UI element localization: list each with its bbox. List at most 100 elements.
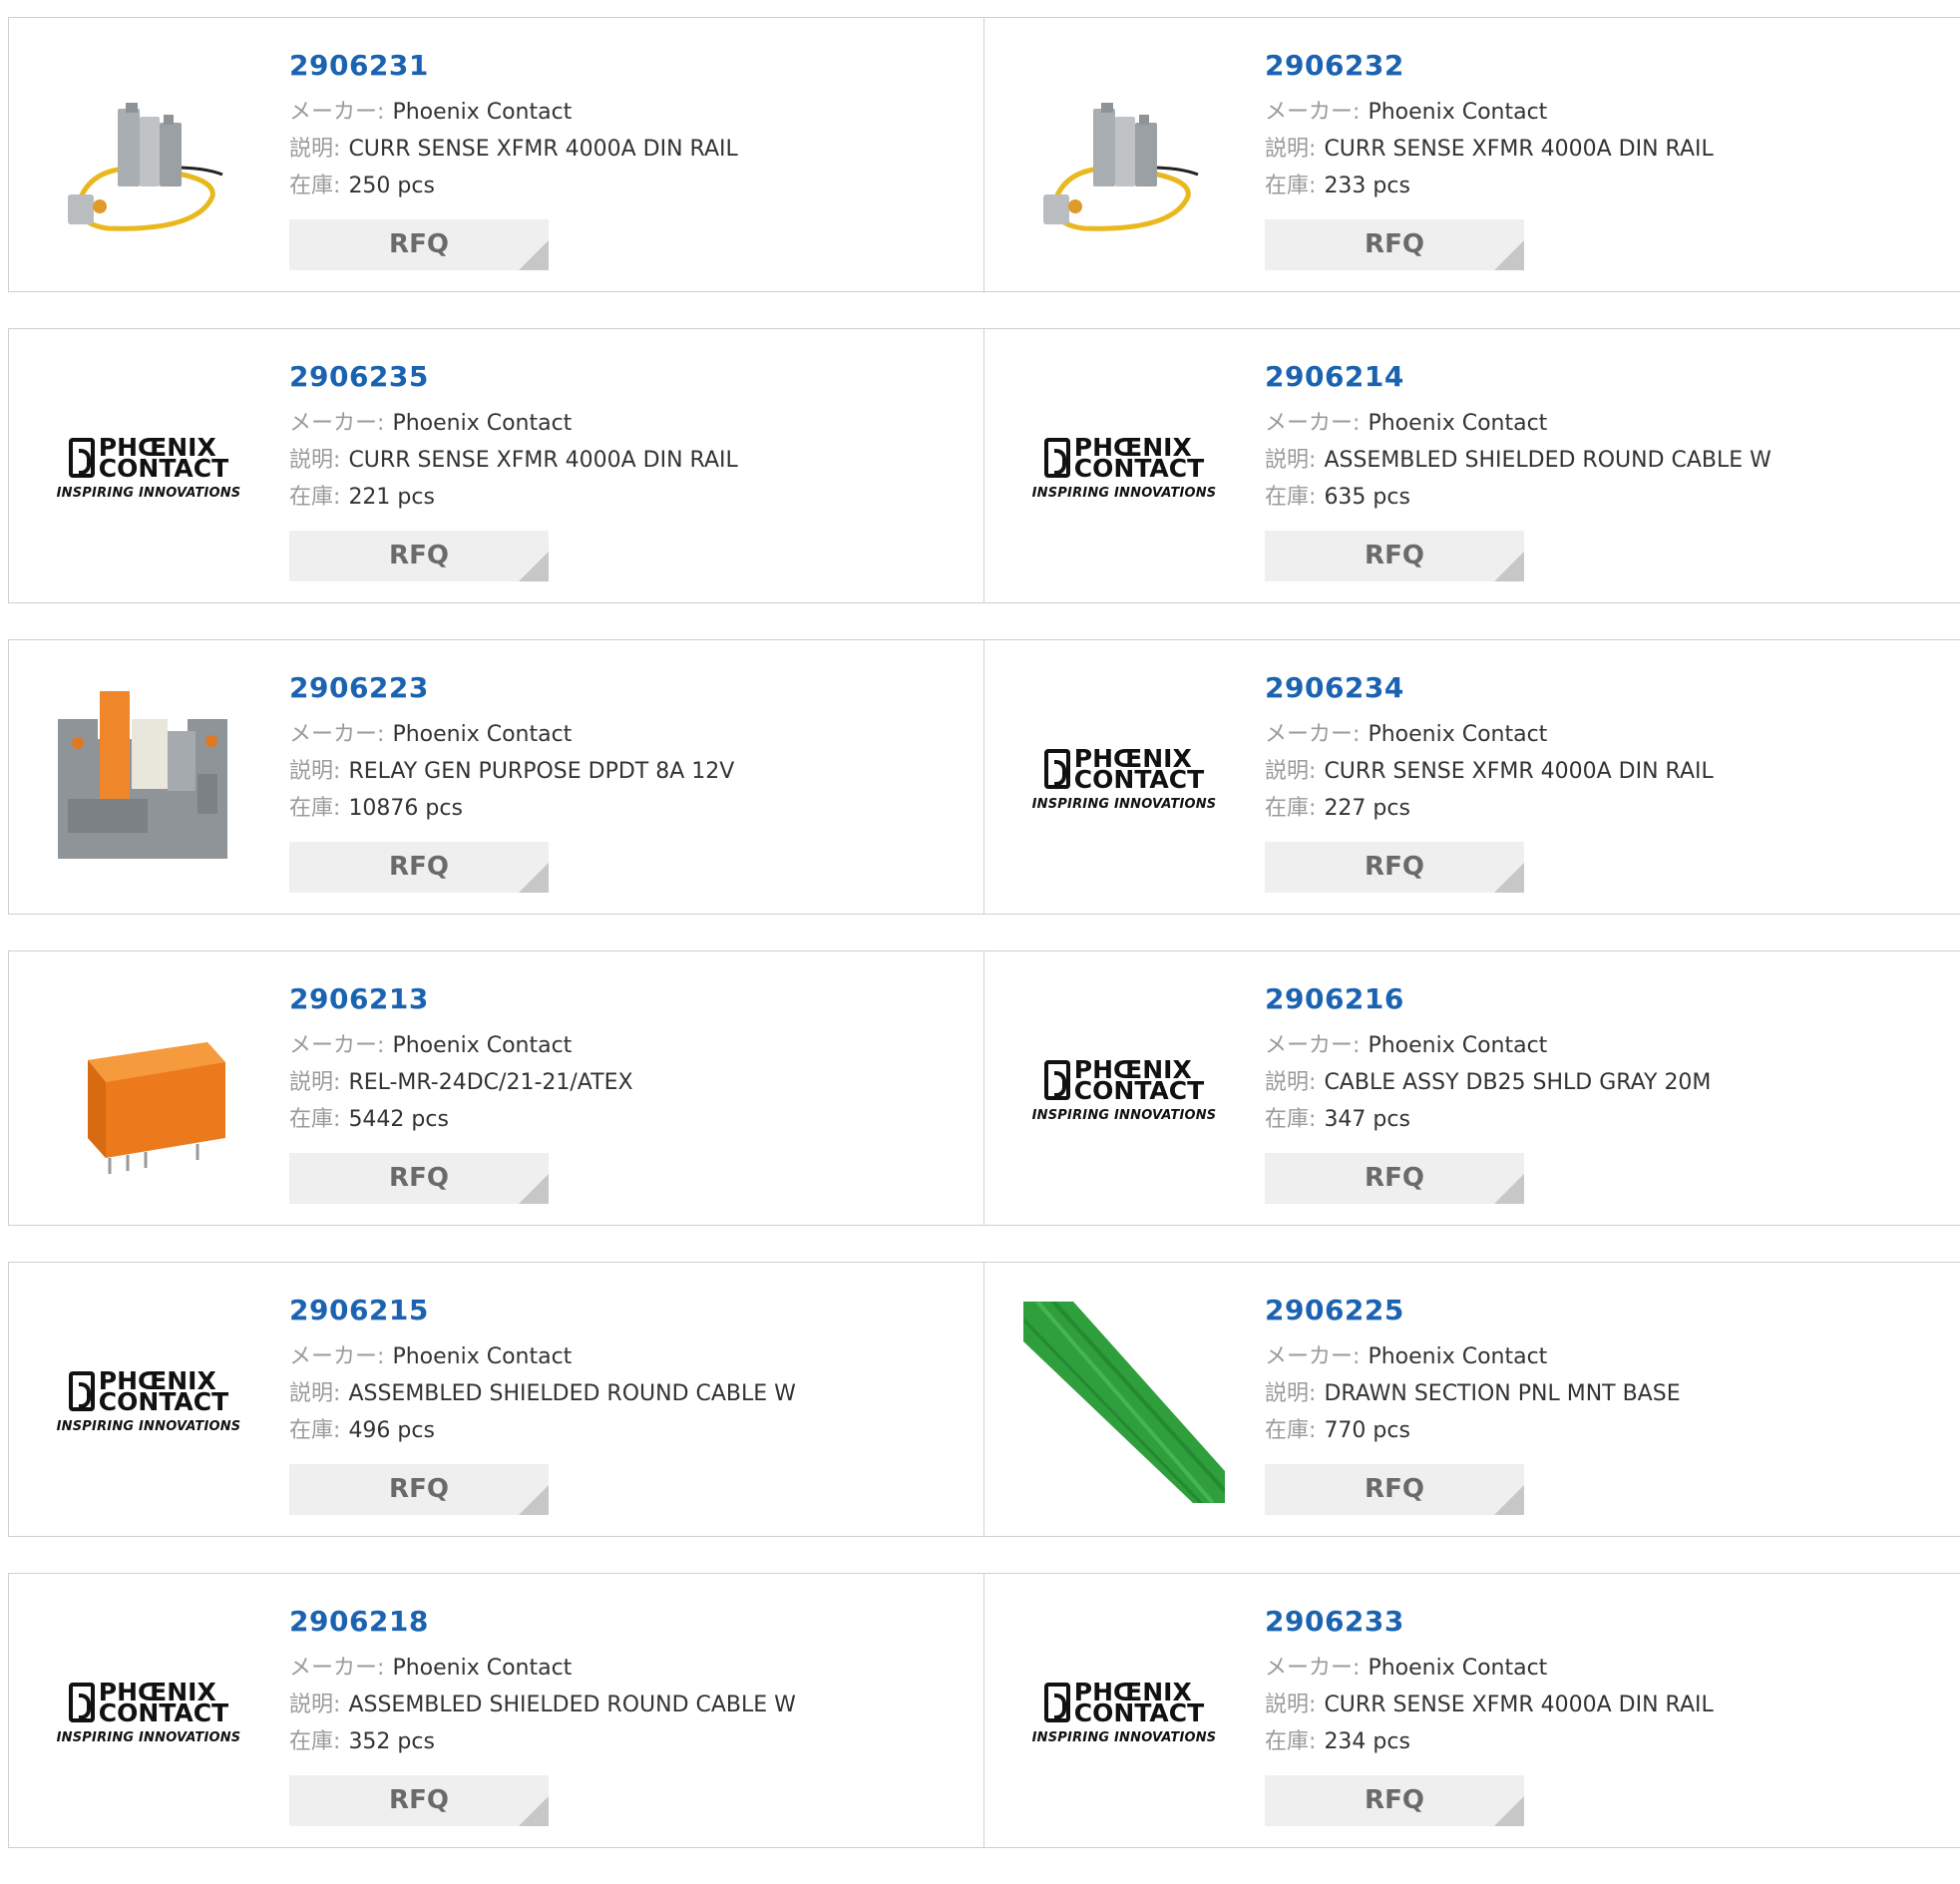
manufacturer-label: メーカー [289,1656,378,1681]
product-info: 2906214 メーカー: Phoenix Contact 説明: ASSEMBLE… [1265,357,1940,581]
description-label: 説明 [1265,1381,1310,1406]
product-image[interactable]: PHŒNIX CONTACT INSPIRING INNOVATIONS [1023,679,1225,881]
stock-value: 221 pcs [348,485,435,510]
description-row: 説明: CABLE ASSY DB25 SHLD GRAY 20M [1265,1064,1940,1101]
separator: : [333,759,341,784]
button-corner-decoration [1494,240,1524,270]
separator: : [1309,759,1317,784]
logo-line2: CONTACT [1073,1076,1205,1105]
product-image[interactable] [48,679,249,881]
phoenix-contact-logo: PHŒNIX CONTACT INSPIRING INNOVATIONS [1023,1057,1225,1123]
product-image[interactable] [1023,57,1225,258]
part-number-link[interactable]: 2906216 [1265,979,1940,1019]
manufacturer-value: Phoenix Contact [1368,411,1548,436]
separator: : [377,411,385,436]
part-number-link[interactable]: 2906231 [289,46,964,86]
manufacturer-label: メーカー [289,722,378,747]
part-number-link[interactable]: 2906225 [1265,1291,1940,1330]
product-card: 2906223 メーカー: Phoenix Contact 説明: RELAY GE… [8,639,984,915]
product-image[interactable] [48,990,249,1192]
separator: : [1309,1070,1317,1095]
manufacturer-value: Phoenix Contact [1368,1656,1548,1681]
button-corner-decoration [519,1796,549,1826]
rfq-button[interactable]: RFQ [289,1464,549,1515]
logo-line2: CONTACT [1073,765,1205,794]
product-card: PHŒNIX CONTACT INSPIRING INNOVATIONS 29062… [8,1262,984,1537]
part-number-link[interactable]: 2906214 [1265,357,1940,397]
phoenix-contact-mark-icon [1043,749,1070,789]
rfq-label: RFQ [1365,541,1424,570]
description-value: CURR SENSE XFMR 4000A DIN RAIL [348,448,738,473]
product-info: 2906231 メーカー: Phoenix Contact 説明: CURR SEN… [289,46,964,270]
description-value: CABLE ASSY DB25 SHLD GRAY 20M [1324,1070,1712,1095]
part-number-link[interactable]: 2906233 [1265,1602,1940,1642]
stock-label: 在庫 [289,174,334,198]
rfq-button[interactable]: RFQ [1265,842,1524,893]
separator: : [1353,100,1361,125]
part-number-link[interactable]: 2906223 [289,668,964,708]
manufacturer-label: メーカー [289,1033,378,1058]
description-row: 説明: ASSEMBLED SHIELDED ROUND CABLE W [289,1687,964,1723]
separator: : [1309,1729,1317,1754]
product-image[interactable] [48,57,249,258]
part-number-link[interactable]: 2906213 [289,979,964,1019]
part-number-link[interactable]: 2906215 [289,1291,964,1330]
rfq-button[interactable]: RFQ [289,842,549,893]
product-card: PHŒNIX CONTACT INSPIRING INNOVATIONS 29062… [8,1573,984,1848]
rfq-button[interactable]: RFQ [1265,1775,1524,1826]
product-image[interactable]: PHŒNIX CONTACT INSPIRING INNOVATIONS [1023,368,1225,569]
relay-module-photo [48,679,249,881]
part-number-link[interactable]: 2906235 [289,357,964,397]
rfq-button[interactable]: RFQ [1265,1153,1524,1204]
stock-row: 在庫: 227 pcs [1265,790,1940,827]
button-corner-decoration [519,1174,549,1204]
product-image[interactable]: PHŒNIX CONTACT INSPIRING INNOVATIONS [48,1302,249,1503]
phoenix-contact-logo: PHŒNIX CONTACT INSPIRING INNOVATIONS [1023,1680,1225,1745]
button-corner-decoration [519,1485,549,1515]
product-image[interactable]: PHŒNIX CONTACT INSPIRING INNOVATIONS [1023,990,1225,1192]
rfq-button[interactable]: RFQ [289,531,549,581]
rfq-label: RFQ [389,229,449,259]
stock-value: 250 pcs [348,174,435,198]
part-number-link[interactable]: 2906218 [289,1602,964,1642]
manufacturer-label: メーカー [1265,1656,1354,1681]
description-label: 説明 [1265,1070,1310,1095]
rfq-button[interactable]: RFQ [289,1153,549,1204]
stock-label: 在庫 [289,485,334,510]
rfq-button[interactable]: RFQ [289,1775,549,1826]
rfq-button[interactable]: RFQ [1265,531,1524,581]
product-card: PHŒNIX CONTACT INSPIRING INNOVATIONS 29062… [984,1573,1960,1848]
product-image[interactable]: PHŒNIX CONTACT INSPIRING INNOVATIONS [48,368,249,569]
phoenix-contact-mark-icon [68,438,95,478]
stock-label: 在庫 [1265,796,1310,821]
stock-row: 在庫: 250 pcs [289,168,964,204]
manufacturer-row: メーカー: Phoenix Contact [289,716,964,753]
phoenix-contact-mark-icon [68,1371,95,1411]
separator: : [333,448,341,473]
stock-value: 770 pcs [1324,1418,1410,1443]
stock-row: 在庫: 5442 pcs [289,1101,964,1138]
manufacturer-row: メーカー: Phoenix Contact [1265,1027,1940,1064]
product-row: PHŒNIX CONTACT INSPIRING INNOVATIONS 29062… [8,1573,1960,1848]
product-image[interactable] [1023,1302,1225,1503]
phoenix-contact-mark-icon [1043,1060,1070,1100]
part-number-link[interactable]: 2906232 [1265,46,1940,86]
rfq-button[interactable]: RFQ [1265,1464,1524,1515]
separator: : [1353,1033,1361,1058]
product-info: 2906235 メーカー: Phoenix Contact 説明: CURR SEN… [289,357,964,581]
product-card: 2906232 メーカー: Phoenix Contact 説明: CURR SEN… [984,17,1960,292]
separator: : [377,1033,385,1058]
part-number-link[interactable]: 2906234 [1265,668,1940,708]
description-row: 説明: CURR SENSE XFMR 4000A DIN RAIL [289,131,964,168]
rfq-button[interactable]: RFQ [1265,219,1524,270]
phoenix-contact-logo: PHŒNIX CONTACT INSPIRING INNOVATIONS [48,1680,249,1745]
separator: : [1309,485,1317,510]
product-image[interactable]: PHŒNIX CONTACT INSPIRING INNOVATIONS [1023,1613,1225,1814]
manufacturer-label: メーカー [289,1344,378,1369]
description-label: 説明 [289,1693,334,1717]
rfq-button[interactable]: RFQ [289,219,549,270]
product-image[interactable]: PHŒNIX CONTACT INSPIRING INNOVATIONS [48,1613,249,1814]
separator: : [333,1070,341,1095]
stock-row: 在庫: 352 pcs [289,1723,964,1760]
separator: : [333,796,341,821]
